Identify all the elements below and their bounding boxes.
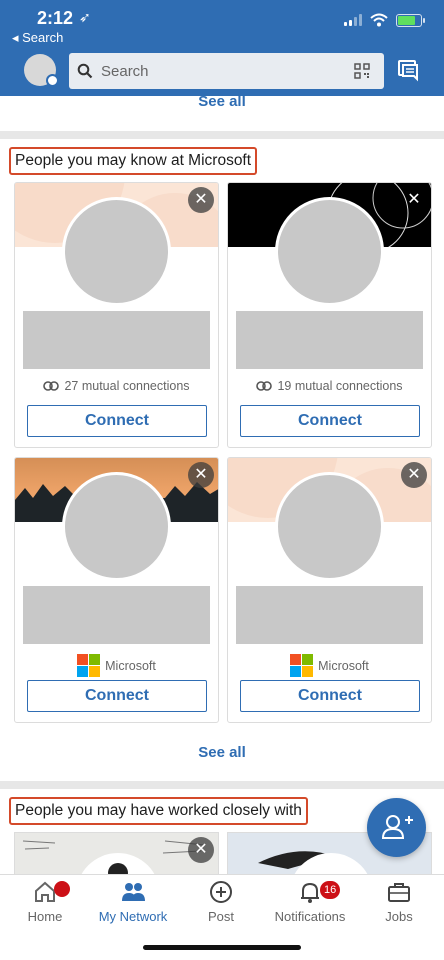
dismiss-icon[interactable]: ✕: [401, 462, 427, 488]
company-name: Microsoft: [105, 658, 156, 673]
person-name-redacted: [23, 311, 210, 369]
mutual-connections: 19 mutual connections: [228, 379, 431, 393]
connect-button[interactable]: Connect: [240, 405, 420, 437]
person-card[interactable]: ✕ Microsoft Connect: [227, 457, 432, 723]
avatar-status-dot: [46, 74, 59, 87]
company-info: Microsoft: [228, 654, 431, 677]
tab-jobs[interactable]: Jobs: [354, 879, 444, 924]
microsoft-logo-icon: [290, 654, 314, 677]
person-name-redacted: [23, 586, 210, 644]
tab-label: My Network: [98, 909, 168, 924]
home-badge-dot: [54, 881, 70, 897]
battery-icon: [396, 13, 425, 27]
section-divider: [0, 131, 444, 139]
briefcase-icon: [388, 883, 410, 902]
back-to-search-link[interactable]: ◂ Search: [12, 30, 63, 46]
connect-button[interactable]: Connect: [240, 680, 420, 712]
signal-icon: [344, 14, 362, 26]
profile-photo[interactable]: [62, 197, 171, 306]
tab-home[interactable]: Home: [0, 879, 90, 924]
tab-label: Post: [207, 909, 234, 924]
dismiss-icon[interactable]: ✕: [401, 187, 427, 213]
see-all-link-top[interactable]: See all: [0, 93, 444, 110]
search-icon: [77, 63, 93, 79]
qr-code-icon[interactable]: [354, 63, 370, 79]
section-title-worked-with: People you may have worked closely with: [9, 797, 308, 825]
profile-avatar[interactable]: [24, 54, 59, 87]
mutual-connections-icon: [256, 381, 273, 391]
profile-photo[interactable]: [275, 472, 384, 581]
my-network-icon: [122, 883, 145, 901]
connect-button[interactable]: Connect: [27, 680, 207, 712]
mutual-connections-icon: [43, 381, 60, 391]
messaging-icon[interactable]: [397, 58, 421, 82]
home-indicator: [143, 945, 301, 950]
section-title-microsoft: People you may know at Microsoft: [9, 147, 258, 175]
tab-post[interactable]: Post: [176, 879, 266, 924]
status-icons: [344, 13, 425, 27]
tab-my-network[interactable]: My Network: [88, 879, 178, 924]
tab-label: Jobs: [385, 909, 413, 924]
wifi-icon: [370, 13, 388, 27]
top-bar: 2:12 ➶ ◂ Search: [0, 0, 444, 96]
mutual-connections-text: 27 mutual connections: [64, 379, 190, 393]
location-arrow-icon: ➶: [79, 9, 91, 25]
person-card[interactable]: ✕ Microsoft Connect: [14, 457, 219, 723]
profile-photo[interactable]: [62, 472, 171, 581]
tab-label: Notifications: [274, 909, 346, 924]
add-connection-button[interactable]: [367, 798, 426, 857]
tab-notifications[interactable]: Notifications 16: [265, 879, 355, 924]
dismiss-icon[interactable]: ✕: [188, 462, 214, 488]
search-input[interactable]: [101, 62, 331, 80]
status-time: 2:12: [37, 8, 74, 28]
person-card[interactable]: ✕ 19 mutual connections Connect: [227, 182, 432, 448]
person-name-redacted: [236, 586, 423, 644]
search-bar[interactable]: [69, 53, 384, 89]
see-all-link-microsoft[interactable]: See all: [0, 744, 444, 761]
mutual-connections-text: 19 mutual connections: [277, 379, 403, 393]
person-name-redacted: [236, 311, 423, 369]
bell-icon: [301, 882, 319, 903]
company-info: Microsoft: [15, 654, 218, 677]
profile-photo[interactable]: [275, 197, 384, 306]
section-divider: [0, 781, 444, 789]
person-card[interactable]: ✕ 27 mutual connections Connect: [14, 182, 219, 448]
add-person-icon: [381, 815, 413, 839]
mutual-connections: 27 mutual connections: [15, 379, 218, 393]
connect-button[interactable]: Connect: [27, 405, 207, 437]
post-icon: [210, 881, 232, 903]
microsoft-logo-icon: [77, 654, 101, 677]
notifications-badge: 16: [320, 881, 341, 899]
dismiss-icon[interactable]: ✕: [188, 837, 214, 863]
tab-label: Home: [27, 909, 63, 924]
dismiss-icon[interactable]: ✕: [188, 187, 214, 213]
company-name: Microsoft: [318, 658, 369, 673]
